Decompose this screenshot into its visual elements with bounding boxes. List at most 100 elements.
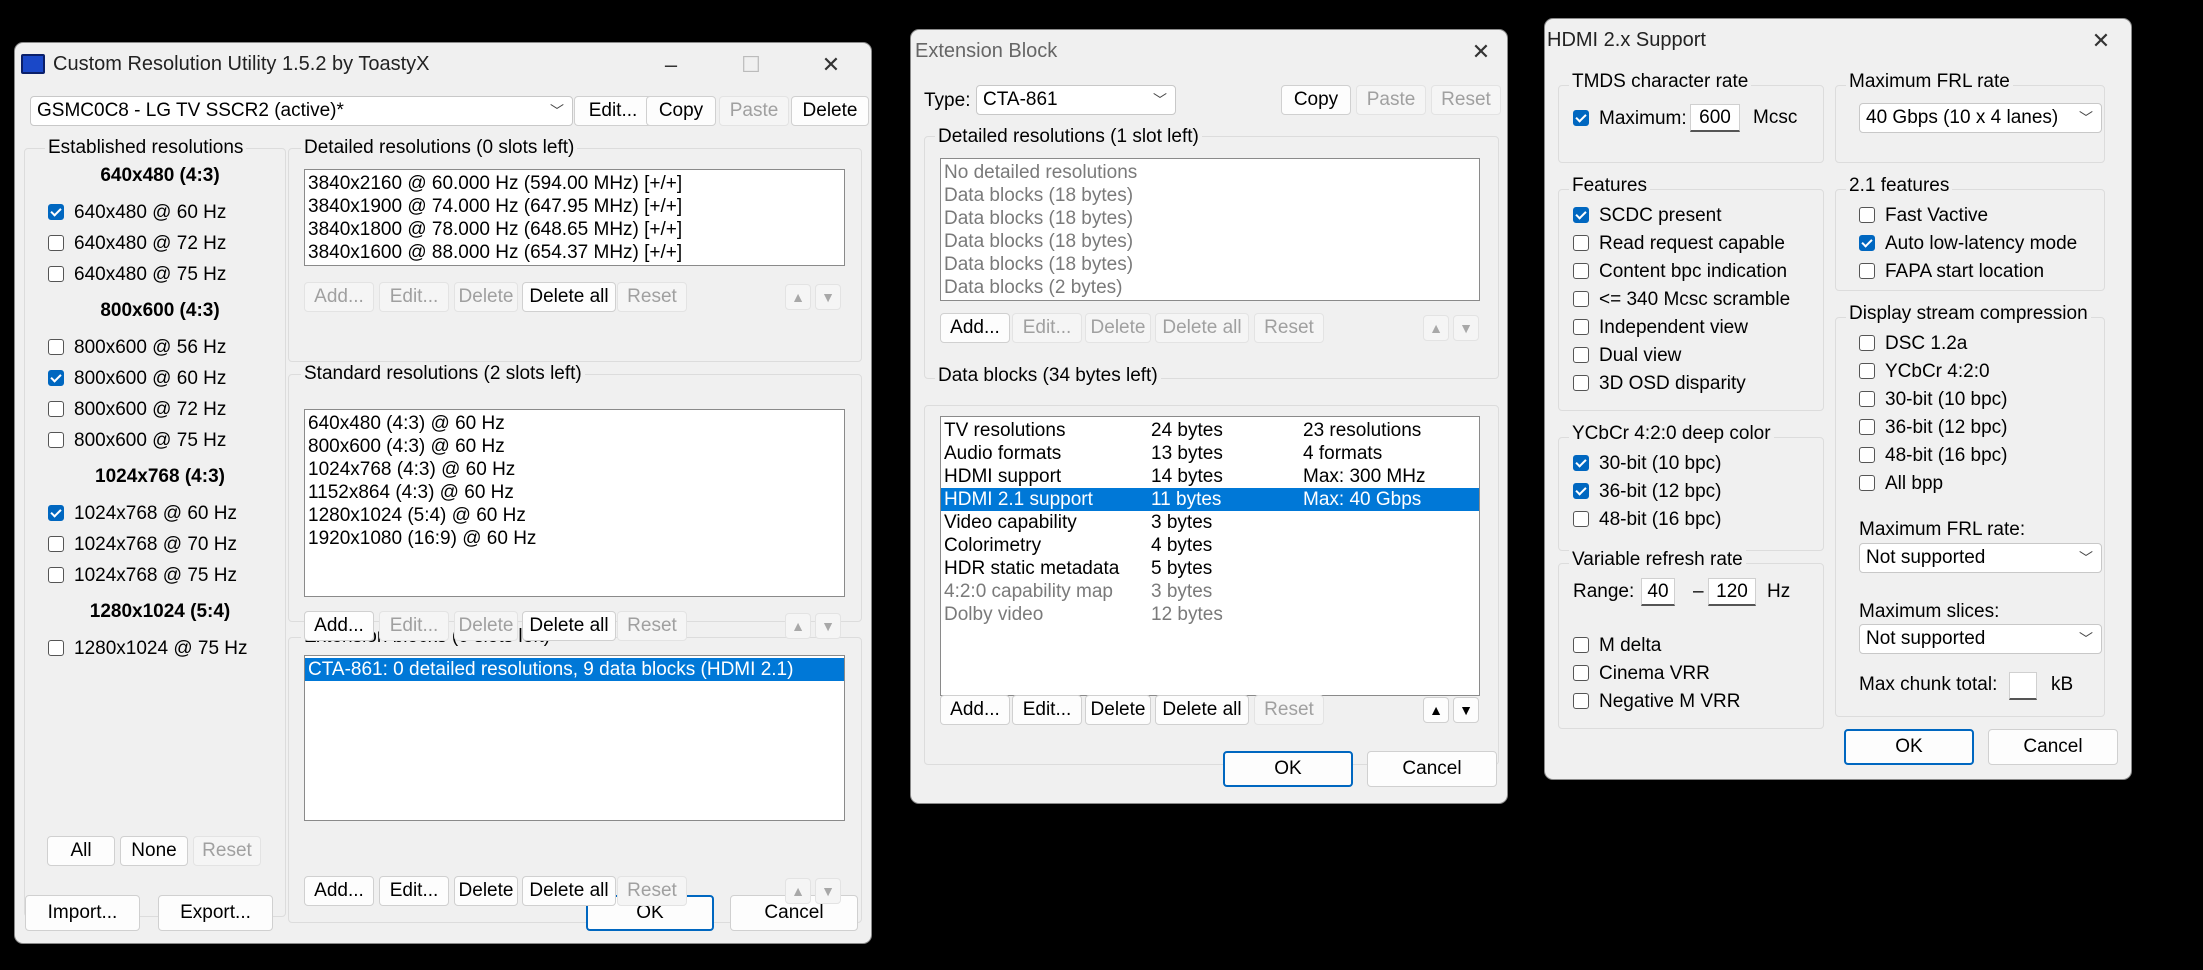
delete-all-button[interactable]: Delete all xyxy=(522,611,616,641)
list-item[interactable]: 1024x768 (4:3) @ 60 Hz xyxy=(305,458,844,481)
established-checkbox[interactable]: 640x480 @ 60 Hz xyxy=(48,201,226,225)
data-block-row[interactable]: HDR static metadata 5 bytes xyxy=(941,557,1479,580)
none-button[interactable]: None xyxy=(120,836,188,866)
edit-monitor-button[interactable]: Edit... xyxy=(574,96,652,126)
data-block-row[interactable]: HDMI 2.1 support 11 bytes Max: 40 Gbps xyxy=(941,488,1479,511)
feature-checkbox[interactable]: Read request capable xyxy=(1573,232,1785,256)
ycbcr-checkbox[interactable]: 36-bit (12 bpc) xyxy=(1573,480,1722,504)
ext-ok-button[interactable]: OK xyxy=(1223,751,1353,787)
dsc-checkbox[interactable]: 48-bit (16 bpc) xyxy=(1859,444,2008,468)
list-item[interactable]: No detailed resolutions xyxy=(941,161,1479,184)
feature-checkbox[interactable]: Independent view xyxy=(1573,316,1748,340)
ycbcr-checkbox[interactable]: 30-bit (10 bpc) xyxy=(1573,452,1722,476)
data-block-row[interactable]: 4:2:0 capability map 3 bytes xyxy=(941,580,1479,603)
ext-add-button[interactable]: Add... xyxy=(940,695,1010,725)
import-button[interactable]: Import... xyxy=(25,895,140,931)
list-item[interactable]: Data blocks (2 bytes) xyxy=(941,276,1479,299)
established-checkbox[interactable]: 1024x768 @ 75 Hz xyxy=(48,564,237,588)
established-checkbox[interactable]: 800x600 @ 72 Hz xyxy=(48,398,226,422)
feature-checkbox[interactable]: 3D OSD disparity xyxy=(1573,372,1746,396)
hdmi-ok-button[interactable]: OK xyxy=(1844,729,1974,765)
ext-cancel-button[interactable]: Cancel xyxy=(1367,751,1497,787)
dsc-checkbox[interactable]: All bpp xyxy=(1859,472,1943,496)
list-item[interactable]: 3840x1900 @ 74.000 Hz (647.95 MHz) [+/+] xyxy=(305,195,844,218)
hdmi-cancel-button[interactable]: Cancel xyxy=(1988,729,2118,765)
ext-delete-button[interactable]: Delete xyxy=(1085,695,1151,725)
list-item[interactable]: Data blocks (18 bytes) xyxy=(941,230,1479,253)
close-icon[interactable]: ✕ xyxy=(1461,36,1501,68)
data-block-row[interactable]: TV resolutions 24 bytes 23 resolutions xyxy=(941,419,1479,442)
close-icon[interactable]: ✕ xyxy=(811,49,851,81)
move-up-icon[interactable]: ▲ xyxy=(1423,697,1449,723)
data-block-row[interactable]: Video capability 3 bytes xyxy=(941,511,1479,534)
established-checkbox[interactable]: 1024x768 @ 70 Hz xyxy=(48,533,237,557)
detailed-list[interactable]: 3840x2160 @ 60.000 Hz (594.00 MHz) [+/+]… xyxy=(304,169,845,266)
list-item[interactable]: 3840x1800 @ 78.000 Hz (648.65 MHz) [+/+] xyxy=(305,218,844,241)
data-block-row[interactable]: Audio formats 13 bytes 4 formats xyxy=(941,442,1479,465)
dsc-checkbox[interactable]: 30-bit (10 bpc) xyxy=(1859,388,2008,412)
established-checkbox[interactable]: 800x600 @ 60 Hz xyxy=(48,367,226,391)
delete-button[interactable]: Delete xyxy=(454,876,518,906)
list-item[interactable]: 640x480 (4:3) @ 60 Hz xyxy=(305,412,844,435)
delete-monitor-button[interactable]: Delete xyxy=(791,96,869,126)
export-button[interactable]: Export... xyxy=(158,895,273,931)
close-icon[interactable]: ✕ xyxy=(2081,25,2121,57)
feature-checkbox[interactable]: Content bpc indication xyxy=(1573,260,1787,284)
feature-checkbox[interactable]: <= 340 Mcsc scramble xyxy=(1573,288,1790,312)
feature21-checkbox[interactable]: Fast Vactive xyxy=(1859,204,1988,228)
vrr-checkbox[interactable]: Cinema VRR xyxy=(1573,662,1710,686)
ycbcr-checkbox[interactable]: 48-bit (16 bpc) xyxy=(1573,508,1722,532)
edit-button[interactable]: Edit... xyxy=(379,876,449,906)
list-item[interactable]: 800x600 (4:3) @ 60 Hz xyxy=(305,435,844,458)
list-item[interactable]: 3840x2160 @ 60.000 Hz (594.00 MHz) [+/+] xyxy=(305,172,844,195)
list-item[interactable]: Data blocks (18 bytes) xyxy=(941,253,1479,276)
dsc-checkbox[interactable]: 36-bit (12 bpc) xyxy=(1859,416,2008,440)
tmds-maximum-checkbox[interactable]: Maximum: xyxy=(1573,107,1687,131)
established-checkbox[interactable]: 1024x768 @ 60 Hz xyxy=(48,502,237,526)
feature-checkbox[interactable]: SCDC present xyxy=(1573,204,1722,228)
ext-delete-button: Delete xyxy=(1085,313,1151,343)
ext-add-button[interactable]: Add... xyxy=(940,313,1010,343)
copy-button[interactable]: Copy xyxy=(646,96,716,126)
list-item[interactable]: Data blocks (18 bytes) xyxy=(941,184,1479,207)
dsc-checkbox[interactable]: YCbCr 4:2:0 xyxy=(1859,360,1990,384)
add-button[interactable]: Add... xyxy=(304,876,374,906)
all-button[interactable]: All xyxy=(47,836,115,866)
list-item[interactable]: Data blocks (18 bytes) xyxy=(941,207,1479,230)
feature21-checkbox[interactable]: FAPA start location xyxy=(1859,260,2044,284)
delete-all-button[interactable]: Delete all xyxy=(522,876,616,906)
extension-list[interactable]: CTA-861: 0 detailed resolutions, 9 data … xyxy=(304,655,845,821)
move-down-icon[interactable]: ▼ xyxy=(1453,697,1479,723)
data-block-row[interactable]: HDMI support 14 bytes Max: 300 MHz xyxy=(941,465,1479,488)
list-item[interactable]: CTA-861: 0 detailed resolutions, 9 data … xyxy=(305,658,844,681)
tmds-rate-input[interactable]: 600 xyxy=(1690,104,1740,132)
ext-detailed-list[interactable]: No detailed resolutions Data blocks (18 b… xyxy=(940,158,1480,301)
dsc-checkbox[interactable]: DSC 1.2a xyxy=(1859,332,1967,356)
list-item[interactable]: 1280x1024 (5:4) @ 60 Hz xyxy=(305,504,844,527)
established-checkbox[interactable]: 640x480 @ 72 Hz xyxy=(48,232,226,256)
list-item[interactable]: 1152x864 (4:3) @ 60 Hz xyxy=(305,481,844,504)
established-checkbox[interactable]: 1280x1024 @ 75 Hz xyxy=(48,637,248,661)
type-select[interactable]: CTA-861 ﹀ xyxy=(976,85,1176,115)
max-frl-select[interactable]: 40 Gbps (10 x 4 lanes) ﹀ xyxy=(1859,103,2102,133)
delete-all-button[interactable]: Delete all xyxy=(522,282,616,312)
feature21-checkbox[interactable]: Auto low-latency mode xyxy=(1859,232,2077,256)
standard-list[interactable]: 640x480 (4:3) @ 60 Hz 800x600 (4:3) @ 60 … xyxy=(304,409,845,597)
established-checkbox[interactable]: 800x600 @ 75 Hz xyxy=(48,429,226,453)
ext-delete-all-button[interactable]: Delete all xyxy=(1155,695,1249,725)
data-blocks-list[interactable]: TV resolutions 24 bytes 23 resolutions Audi… xyxy=(940,416,1480,696)
established-checkbox[interactable]: 640x480 @ 75 Hz xyxy=(48,263,226,287)
add-button[interactable]: Add... xyxy=(304,611,374,641)
data-block-row[interactable]: Colorimetry 4 bytes xyxy=(941,534,1479,557)
ext-copy-button[interactable]: Copy xyxy=(1281,85,1351,115)
feature-checkbox[interactable]: Dual view xyxy=(1573,344,1681,368)
list-item[interactable]: 3840x1600 @ 88.000 Hz (654.37 MHz) [+/+] xyxy=(305,241,844,264)
data-block-row[interactable]: Dolby video 12 bytes xyxy=(941,603,1479,626)
vrr-checkbox[interactable]: M delta xyxy=(1573,634,1661,658)
established-checkbox[interactable]: 800x600 @ 56 Hz xyxy=(48,336,226,360)
list-item[interactable]: 1920x1080 (16:9) @ 60 Hz xyxy=(305,527,844,550)
monitor-select[interactable]: GSMC0C8 - LG TV SSCR2 (active)* ﹀ xyxy=(30,96,573,126)
ext-edit-button[interactable]: Edit... xyxy=(1012,695,1082,725)
minimize-icon[interactable]: – xyxy=(651,49,691,81)
vrr-checkbox[interactable]: Negative M VRR xyxy=(1573,690,1741,714)
